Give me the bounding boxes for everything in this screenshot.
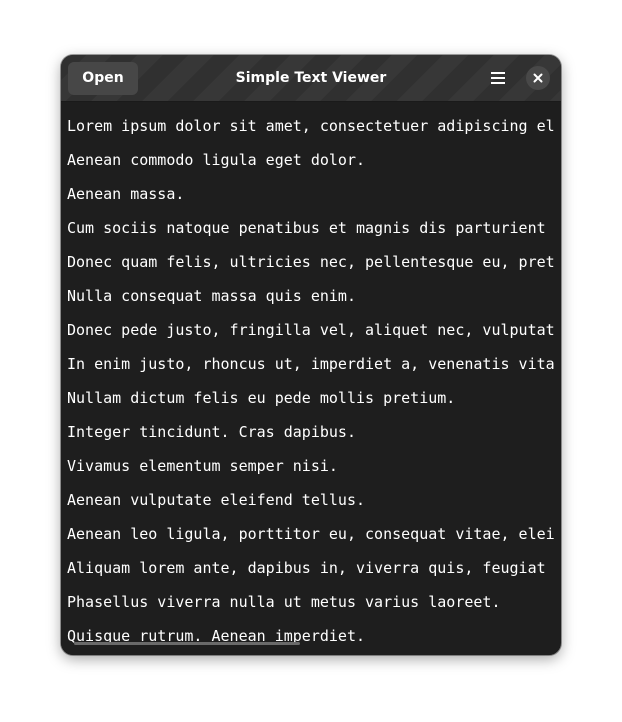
text-line: Aenean commodo ligula eget dolor. [67,151,366,169]
text-line: Lorem ipsum dolor sit amet, consectetuer… [67,117,555,135]
text-line: Integer tincidunt. Cras dapibus. [67,423,356,441]
close-icon [533,73,543,83]
text-line: Donec pede justo, fringilla vel, aliquet… [67,321,555,339]
text-line: Aenean vulputate eleifend tellus. [67,491,366,509]
text-line: In enim justo, rhoncus ut, imperdiet a, … [67,355,555,373]
text-line: Aenean leo ligula, porttitor eu, consequ… [67,525,555,543]
open-button[interactable]: Open [68,62,138,95]
main-menu-button[interactable] [482,63,514,93]
text-line: Vivamus elementum semper nisi. [67,457,338,475]
header-bar: Open Simple Text Viewer [61,55,561,102]
text-line: Cum sociis natoque penatibus et magnis d… [67,219,555,237]
text-line: Aenean massa. [67,185,185,203]
horizontal-scrollbar[interactable] [74,642,300,645]
text-line: Nullam dictum felis eu pede mollis preti… [67,389,456,407]
text-line: Nulla consequat massa quis enim. [67,287,356,305]
app-window: Open Simple Text Viewer Lorem ipsum dolo… [61,55,561,655]
hamburger-menu-icon [491,72,505,84]
text-line: Aliquam lorem ante, dapibus in, viverra … [67,559,555,577]
text-view[interactable]: Lorem ipsum dolor sit amet, consectetuer… [61,102,555,655]
text-line: Phasellus viverra nulla ut metus varius … [67,593,501,611]
window-title: Simple Text Viewer [235,70,387,86]
text-line: Donec quam felis, ultricies nec, pellent… [67,253,555,271]
close-button[interactable] [526,66,550,90]
